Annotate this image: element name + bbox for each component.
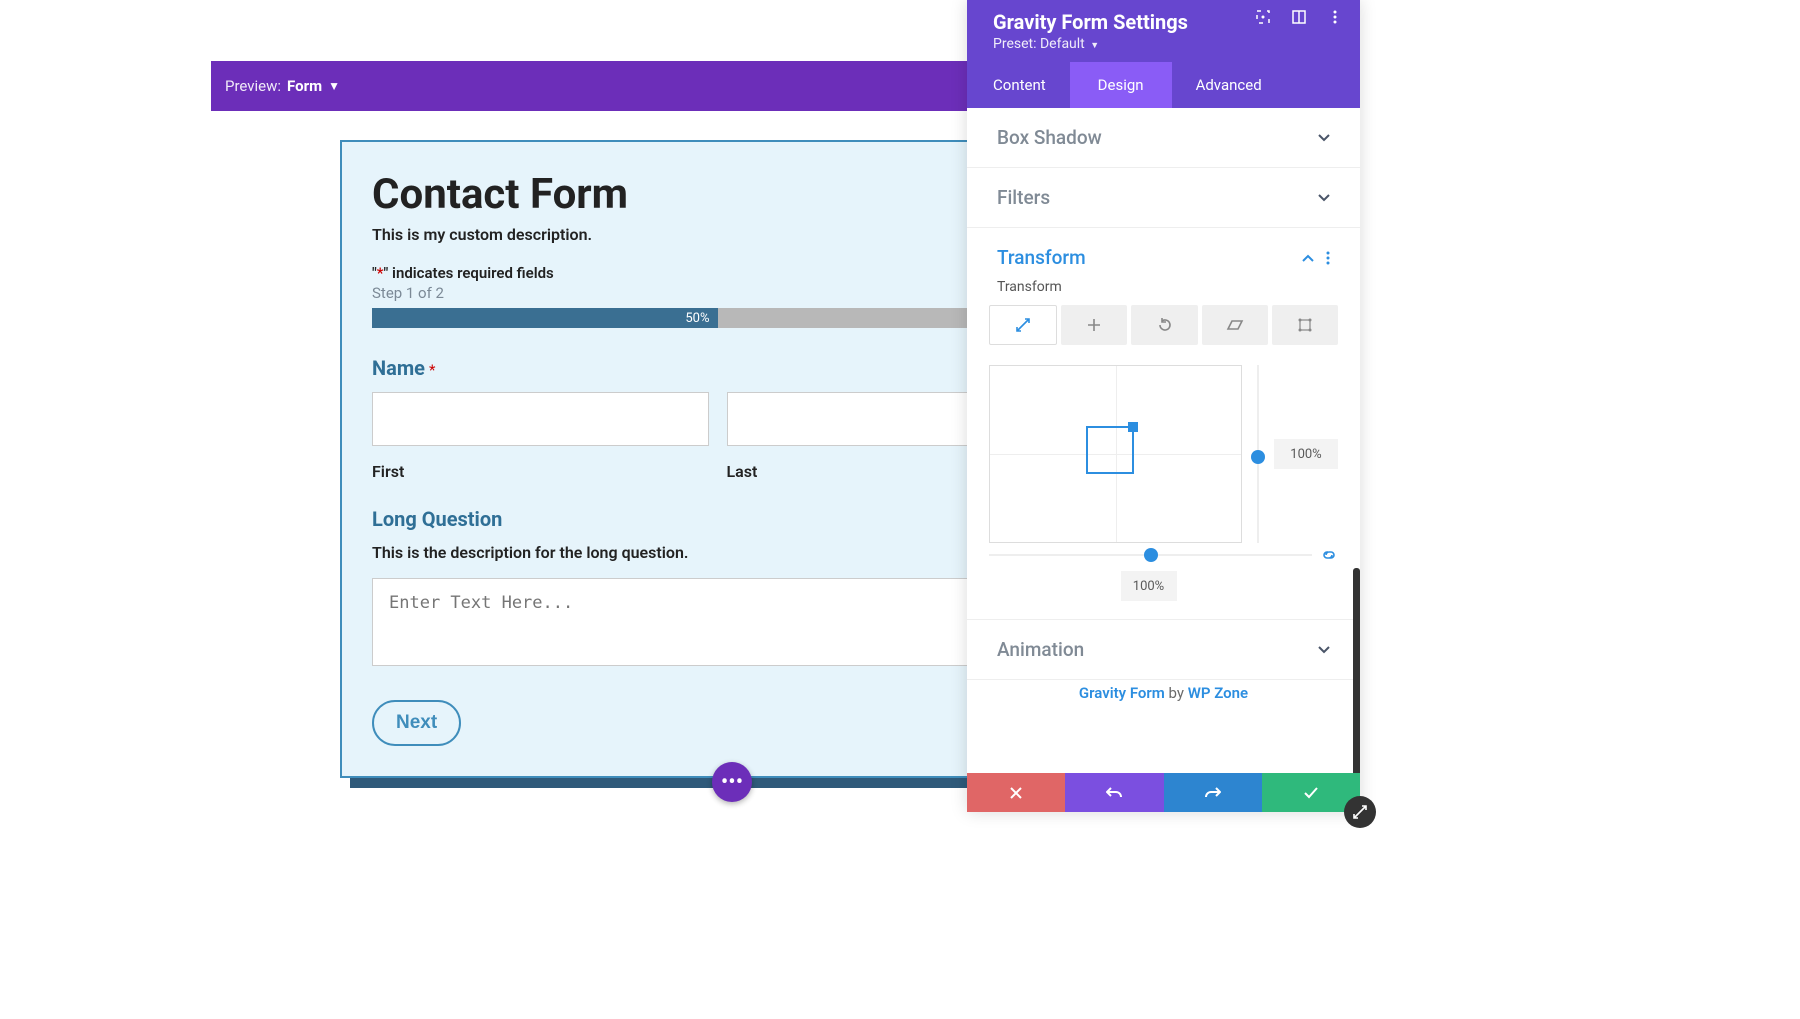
undo-icon [1106, 786, 1122, 800]
more-options-fab[interactable]: ••• [712, 762, 752, 802]
next-button[interactable]: Next [372, 700, 461, 746]
name-row: First Last [372, 392, 1063, 481]
settings-panel: Gravity Form Settings Preset: Default ▼ … [967, 0, 1360, 812]
step-indicator: Step 1 of 2 [372, 284, 1063, 302]
expand-fab[interactable] [1344, 796, 1376, 828]
transform-handle-box[interactable] [1086, 426, 1134, 474]
horizontal-slider-row [967, 549, 1360, 561]
undo-button[interactable] [1065, 773, 1163, 812]
chevron-down-icon [1318, 194, 1330, 202]
vertical-slider-value[interactable]: 100% [1274, 439, 1338, 469]
accordion-filters[interactable]: Filters [967, 168, 1360, 228]
panel-credit: Gravity Form by WP Zone [967, 680, 1360, 716]
chevron-up-icon [1302, 254, 1314, 262]
panel-footer [967, 773, 1360, 812]
chevron-down-icon [1318, 134, 1330, 142]
first-name-sublabel: First [372, 462, 709, 481]
asterisk-icon: * [377, 264, 384, 282]
kebab-icon[interactable] [1326, 251, 1330, 265]
redo-button[interactable] [1164, 773, 1262, 812]
expand-icon [1353, 805, 1367, 819]
slider-thumb[interactable] [1144, 548, 1158, 562]
chevron-down-icon: ▼ [1090, 41, 1099, 51]
preview-label: Preview: [225, 77, 281, 95]
transform-scale-tab[interactable] [989, 305, 1057, 345]
close-icon [1010, 787, 1022, 799]
panel-header: Gravity Form Settings Preset: Default ▼ [967, 0, 1360, 62]
form-description: This is my custom description. [372, 225, 1063, 244]
tab-advanced[interactable]: Advanced [1172, 62, 1286, 108]
long-question-label: Long Question [372, 507, 1063, 531]
panel-tabs: Content Design Advanced [967, 62, 1360, 108]
panel-header-icons [1256, 10, 1342, 24]
first-name-column: First [372, 392, 709, 481]
resize-handle-icon[interactable] [1128, 422, 1138, 432]
columns-icon[interactable] [1292, 10, 1306, 24]
focus-icon[interactable] [1256, 10, 1270, 24]
transform-canvas-area: 100% [967, 365, 1360, 543]
kebab-icon[interactable] [1328, 10, 1342, 24]
transform-skew-tab[interactable] [1202, 305, 1268, 345]
preview-bar[interactable]: Preview: Form ▼ [211, 61, 967, 111]
panel-body: Box Shadow Filters Transform Transform [967, 108, 1360, 773]
transform-tabs [967, 305, 1360, 345]
credit-link-1[interactable]: Gravity Form [1079, 684, 1165, 702]
credit-link-2[interactable]: WP Zone [1188, 684, 1248, 702]
accordion-transform[interactable]: Transform [967, 228, 1360, 275]
preview-value: Form [287, 77, 322, 95]
panel-preset-selector[interactable]: Preset: Default ▼ [993, 36, 1334, 52]
tab-design[interactable]: Design [1070, 62, 1172, 108]
transform-field-label: Transform [967, 279, 1360, 295]
link-icon[interactable] [1320, 549, 1338, 561]
horizontal-slider[interactable] [989, 554, 1312, 556]
accordion-animation[interactable]: Animation [967, 619, 1360, 680]
name-field-label: Name* [372, 356, 1063, 380]
slider-thumb[interactable] [1251, 450, 1265, 464]
tab-content[interactable]: Content [967, 62, 1070, 108]
vertical-slider[interactable] [1250, 365, 1266, 543]
chevron-down-icon: ▼ [328, 79, 340, 93]
scrollbar-thumb[interactable] [1353, 568, 1360, 773]
progress-percent: 50% [685, 311, 709, 326]
required-star-icon: * [429, 361, 435, 379]
form-title: Contact Form [372, 170, 1063, 219]
required-note: "*" indicates required fields [372, 264, 1063, 282]
first-name-input[interactable] [372, 392, 709, 446]
transform-origin-tab[interactable] [1272, 305, 1338, 345]
horizontal-slider-value[interactable]: 100% [1121, 571, 1177, 601]
transform-rotate-tab[interactable] [1131, 305, 1197, 345]
redo-icon [1205, 786, 1221, 800]
long-question-description: This is the description for the long que… [372, 543, 1063, 562]
transform-canvas[interactable] [989, 365, 1242, 543]
long-question-textarea[interactable] [372, 578, 1063, 666]
progress-fill: 50% [372, 308, 718, 328]
transform-translate-tab[interactable] [1061, 305, 1127, 345]
cancel-button[interactable] [967, 773, 1065, 812]
chevron-down-icon [1318, 646, 1330, 654]
check-icon [1304, 787, 1318, 799]
accordion-box-shadow[interactable]: Box Shadow [967, 108, 1360, 168]
dots-icon: ••• [721, 770, 743, 795]
progress-bar: 50% [372, 308, 1063, 328]
